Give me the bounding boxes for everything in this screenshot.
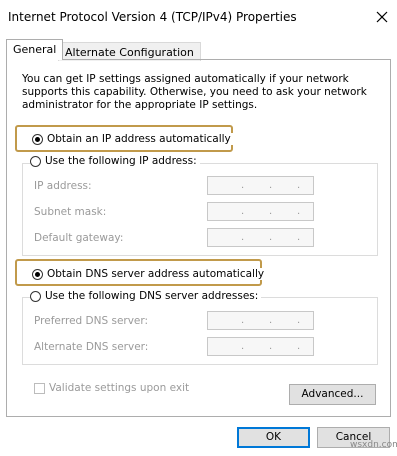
preferred-dns-label: Preferred DNS server: [34, 315, 149, 327]
watermark-text: wsxdn.com [350, 440, 397, 450]
ip-address-label: IP address: [34, 180, 92, 192]
radio-use-following-dns[interactable]: Use the following DNS server addresses: [30, 290, 262, 302]
radio-unselected-icon [30, 155, 41, 167]
radio-unselected-icon [30, 290, 41, 302]
tab-general[interactable]: General [6, 39, 64, 60]
checkbox-unchecked-icon [34, 382, 45, 394]
subnet-mask-label: Subnet mask: [34, 206, 107, 218]
radio-selected-icon [32, 268, 43, 280]
radio-use-following-dns-label: Use the following DNS server addresses: [45, 290, 259, 302]
radio-obtain-ip-auto-label: Obtain an IP address automatically [47, 133, 231, 145]
default-gateway-label: Default gateway: [34, 232, 124, 244]
alternate-dns-label: Alternate DNS server: [34, 341, 149, 353]
validate-settings-label: Validate settings upon exit [49, 382, 190, 394]
close-button[interactable] [371, 6, 393, 28]
default-gateway-input[interactable]: ... [207, 228, 314, 247]
close-icon [376, 11, 388, 23]
radio-use-following-ip[interactable]: Use the following IP address: [30, 155, 200, 167]
window-title: Internet Protocol Version 4 (TCP/IPv4) P… [8, 10, 297, 24]
alternate-dns-input[interactable]: ... [207, 337, 314, 356]
subnet-mask-input[interactable]: ... [207, 202, 314, 221]
radio-use-following-ip-label: Use the following IP address: [45, 155, 197, 167]
ip-address-input[interactable]: ... [207, 176, 314, 195]
ok-button[interactable]: OK [237, 427, 310, 448]
preferred-dns-input[interactable]: ... [207, 311, 314, 330]
radio-obtain-dns-auto[interactable]: Obtain DNS server address automatically [32, 268, 268, 280]
description-text: You can get IP settings assigned automat… [22, 73, 367, 111]
radio-obtain-ip-auto[interactable]: Obtain an IP address automatically [32, 133, 234, 145]
radio-obtain-dns-auto-label: Obtain DNS server address automatically [47, 268, 265, 280]
advanced-button[interactable]: Advanced... [289, 384, 376, 405]
validate-settings-checkbox[interactable]: Validate settings upon exit [34, 382, 193, 394]
dns-settings-group [22, 297, 378, 365]
radio-selected-icon [32, 133, 43, 145]
